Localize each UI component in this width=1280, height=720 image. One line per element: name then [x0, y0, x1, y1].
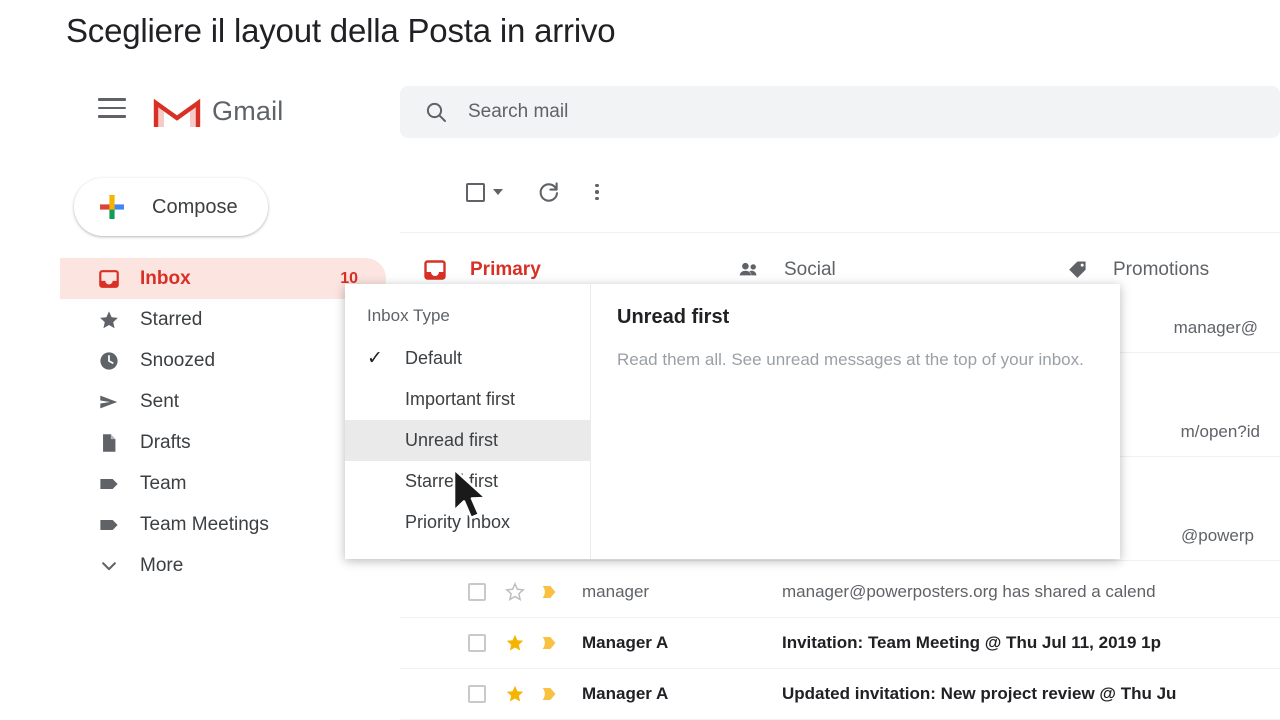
obscured-row-text: manager@	[1173, 318, 1258, 337]
clock-icon	[96, 348, 122, 374]
inbox-icon	[422, 257, 448, 283]
search-icon	[426, 102, 446, 122]
gmail-header: Gmail Search mail	[60, 72, 1280, 150]
star-icon[interactable]	[504, 683, 526, 705]
mail-sender: Manager A	[582, 684, 669, 703]
sidebar-item-label: Snoozed	[140, 349, 216, 371]
select-all-button[interactable]	[466, 182, 503, 202]
menu-item-label: Unread first	[405, 430, 499, 450]
obscured-row-text: @powerp	[1180, 526, 1254, 545]
table-row[interactable]: Manager A Invitation: Team Meeting @ Thu…	[400, 618, 1280, 669]
inbox-type-heading: Inbox Type	[367, 306, 450, 325]
label-tag-icon	[96, 512, 122, 538]
menu-item-important-first[interactable]: Important first	[345, 379, 590, 420]
mail-list: manager manager@powerposters.org has sha…	[400, 567, 1280, 720]
menu-item-label: Default	[405, 348, 463, 368]
more-vertical-icon[interactable]	[595, 183, 599, 201]
tab-label: Social	[784, 259, 836, 280]
sidebar-item-sent[interactable]: Sent	[60, 381, 386, 422]
row-checkbox[interactable]	[468, 583, 486, 601]
sidebar-item-more[interactable]: More	[60, 545, 386, 586]
sidebar-item-label: Inbox	[140, 267, 191, 289]
important-marker-icon[interactable]	[538, 632, 560, 654]
menu-item-unread-first[interactable]: Unread first	[345, 420, 590, 461]
table-row[interactable]: Manager A Updated invitation: New projec…	[400, 669, 1280, 720]
menu-item-default[interactable]: ✓ Default	[345, 338, 590, 379]
tab-label: Promotions	[1113, 259, 1210, 280]
check-icon: ✓	[367, 348, 383, 369]
inbox-type-detail-panel: Unread first Read them all. See unread m…	[591, 284, 1120, 559]
document-icon	[96, 430, 122, 456]
send-icon	[96, 389, 122, 415]
inbox-icon	[96, 266, 122, 292]
slide-root: Scegliere il layout della Posta in arriv…	[0, 0, 1280, 720]
app-name: Gmail	[212, 96, 284, 126]
page-title: Scegliere il layout della Posta in arriv…	[66, 12, 616, 49]
sidebar-item-inbox[interactable]: Inbox 10	[60, 258, 386, 299]
sidebar-item-label: Team	[140, 472, 187, 494]
mouse-pointer-icon	[452, 467, 488, 520]
row-checkbox[interactable]	[468, 634, 486, 652]
star-icon	[96, 307, 122, 333]
mail-toolbar	[400, 164, 1280, 220]
sidebar-item-label: Drafts	[140, 431, 191, 453]
search-placeholder: Search mail	[468, 101, 569, 122]
star-icon[interactable]	[504, 632, 526, 654]
refresh-icon	[539, 182, 559, 202]
plus-icon	[100, 195, 124, 219]
sidebar-item-drafts[interactable]: Drafts	[60, 422, 386, 463]
mail-sender: Manager A	[582, 633, 669, 652]
label-tag-icon	[1065, 257, 1091, 283]
sidebar-item-snoozed[interactable]: Snoozed	[60, 340, 386, 381]
sidebar-item-team-meetings[interactable]: Team Meetings	[60, 504, 386, 545]
row-divider	[400, 560, 1280, 561]
sidebar-item-label: Team Meetings	[140, 513, 269, 535]
important-marker-icon[interactable]	[538, 581, 560, 603]
compose-label: Compose	[152, 196, 238, 218]
mail-subject: manager@powerposters.org has shared a ca…	[782, 582, 1156, 601]
important-marker-icon[interactable]	[538, 683, 560, 705]
row-checkbox[interactable]	[468, 685, 486, 703]
hamburger-icon[interactable]	[98, 98, 126, 120]
refresh-button[interactable]	[537, 180, 561, 204]
gmail-logo-icon	[153, 98, 201, 127]
table-row[interactable]: manager manager@powerposters.org has sha…	[400, 567, 1280, 618]
sidebar-item-starred[interactable]: Starred	[60, 299, 386, 340]
tab-label: Primary	[470, 259, 541, 280]
star-icon[interactable]	[504, 581, 526, 603]
compose-button[interactable]: Compose	[74, 178, 268, 236]
chevron-down-icon	[96, 553, 122, 579]
mail-subject: Updated invitation: New project review @…	[782, 684, 1177, 703]
label-tag-icon	[96, 471, 122, 497]
search-input[interactable]: Search mail	[400, 86, 1280, 138]
sidebar-item-label: More	[140, 554, 184, 576]
menu-item-label: Important first	[405, 389, 516, 409]
chevron-down-icon	[493, 189, 503, 195]
people-icon	[736, 257, 762, 283]
sidebar-item-team[interactable]: Team	[60, 463, 386, 504]
obscured-row-text: m/open?id	[1180, 422, 1260, 441]
sidebar-item-label: Sent	[140, 390, 180, 412]
detail-description: Read them all. See unread messages at th…	[617, 350, 1084, 369]
checkbox-icon	[466, 182, 485, 202]
gmail-screenshot: Gmail Search mail Compose Inbox 10 Starr…	[60, 72, 1280, 720]
mail-subject: Invitation: Team Meeting @ Thu Jul 11, 2…	[782, 633, 1162, 652]
sidebar-item-label: Starred	[140, 308, 203, 330]
detail-title: Unread first	[617, 306, 730, 328]
toolbar-divider	[400, 232, 1280, 233]
mail-sender: manager	[582, 582, 650, 601]
